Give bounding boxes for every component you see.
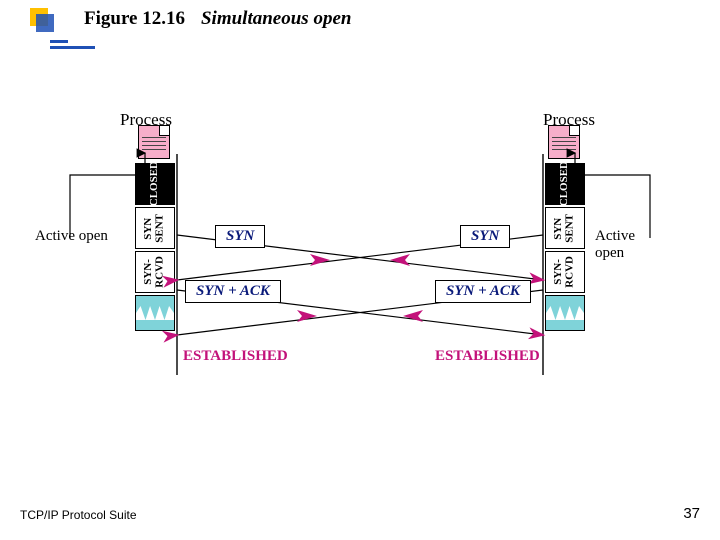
msg-synack-right: SYN + ACK: [435, 280, 531, 303]
msg-syn-right: SYN: [460, 225, 510, 248]
footer-source: TCP/IP Protocol Suite: [20, 508, 137, 522]
footer-page-number: 37: [683, 505, 700, 522]
bullet-icon: [30, 8, 52, 30]
diagram: Process Active open CLOSED SYN SENT SYN-…: [65, 120, 655, 430]
msg-synack-left: SYN + ACK: [185, 280, 281, 303]
figure-number: Figure 12.16: [84, 8, 185, 30]
figure-title: Simultaneous open: [201, 8, 351, 30]
slide-header: Figure 12.16 Simultaneous open: [30, 8, 351, 30]
header-rule: [50, 40, 710, 43]
message-lines: [65, 120, 655, 430]
msg-syn-left: SYN: [215, 225, 265, 248]
